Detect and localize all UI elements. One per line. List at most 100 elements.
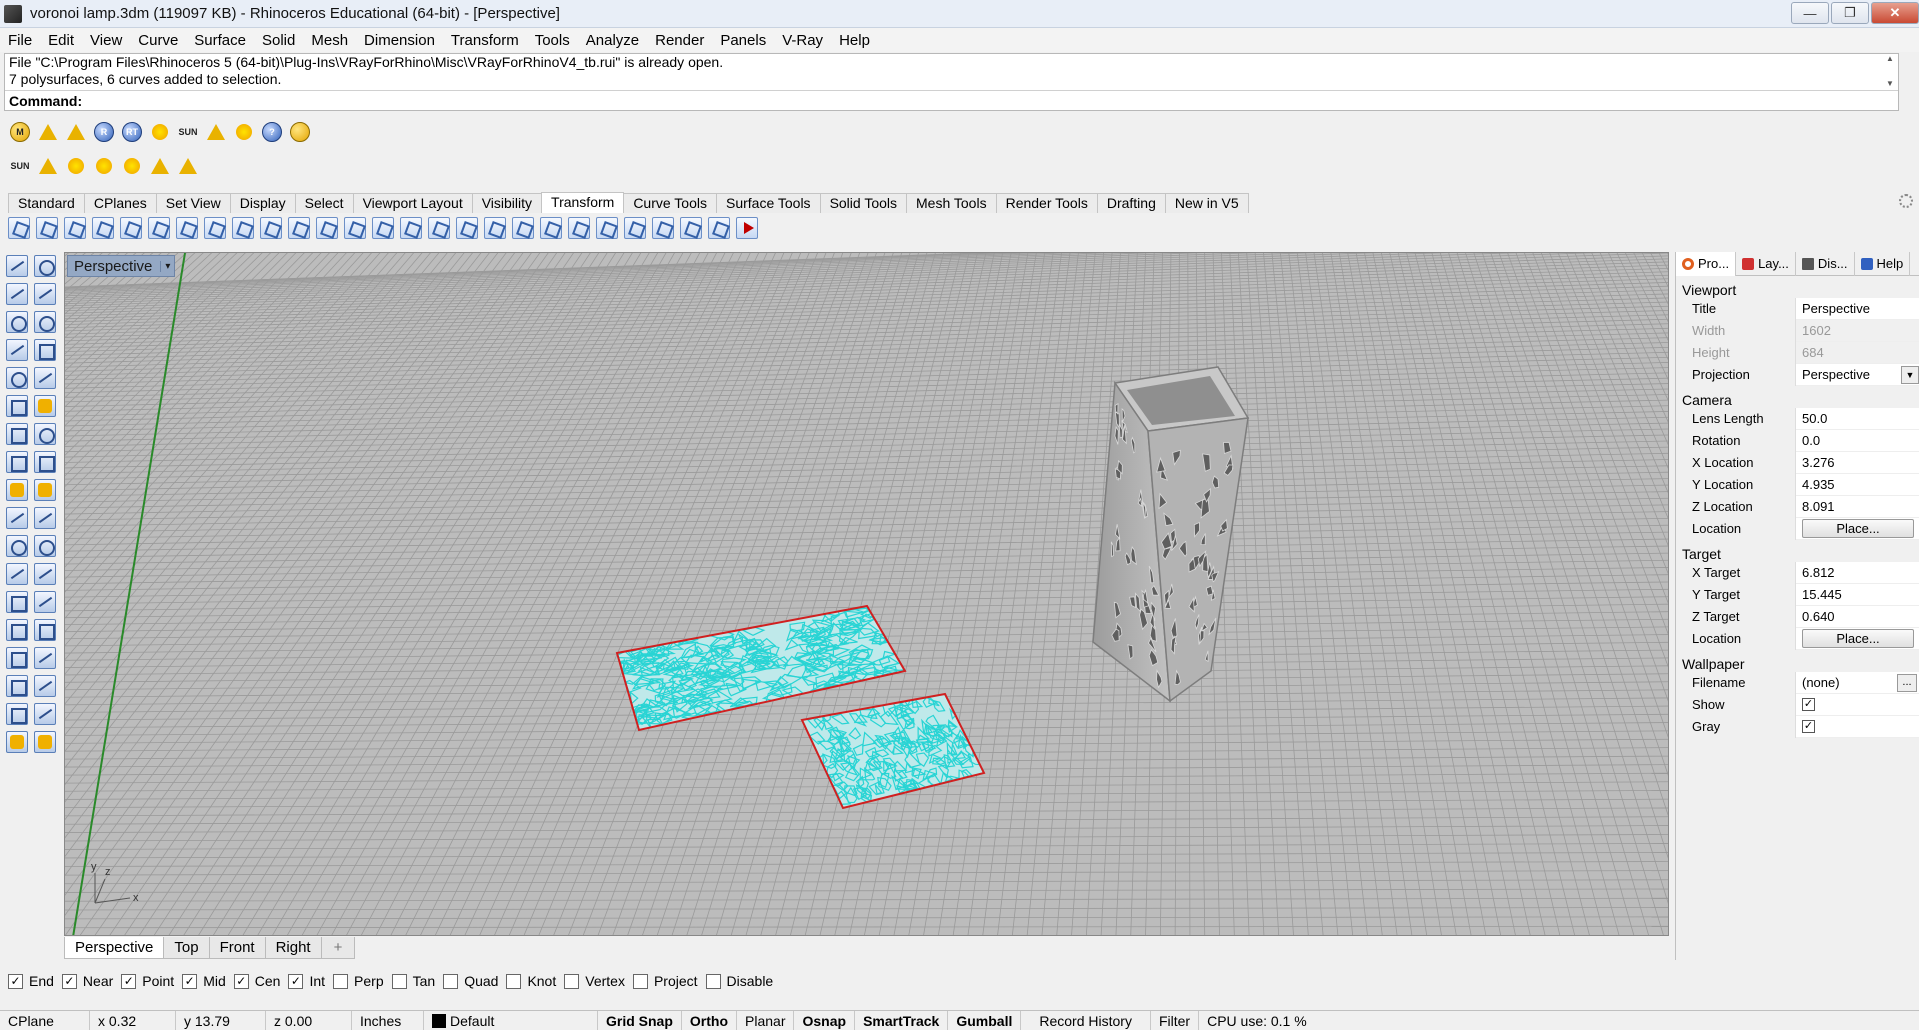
array-grid-icon[interactable] [6, 675, 28, 697]
status-cplane[interactable]: CPlane [0, 1010, 90, 1030]
tab-viewport-layout[interactable]: Viewport Layout [352, 193, 473, 213]
lock-icon[interactable] [34, 731, 56, 753]
osnap-mid-checkbox[interactable]: ✓ [182, 973, 198, 989]
menu-analyze[interactable]: Analyze [578, 32, 647, 49]
tab-set-view[interactable]: Set View [155, 193, 231, 213]
cage-edit-icon[interactable] [400, 217, 422, 239]
gray-wallpaper-checkbox[interactable]: ✓ [1802, 720, 1815, 733]
viewport-menu-caret-icon[interactable]: ▾ [160, 260, 170, 272]
panel-tab-layers[interactable]: Lay... [1736, 251, 1796, 276]
menu-mesh[interactable]: Mesh [303, 32, 356, 49]
osnap-tan[interactable]: Tan [391, 973, 435, 989]
split-icon[interactable] [34, 507, 56, 529]
solid-box-icon[interactable] [6, 647, 28, 669]
array-curve-icon[interactable] [428, 217, 450, 239]
projection-select[interactable]: Perspective ▼ [1796, 364, 1919, 386]
select-icon[interactable] [6, 255, 28, 277]
command-input[interactable] [86, 93, 1587, 110]
vray-help-button[interactable]: ? [260, 120, 284, 144]
osnap-point-checkbox[interactable]: ✓ [121, 973, 137, 989]
bend-icon[interactable] [316, 217, 338, 239]
tab-render-tools[interactable]: Render Tools [995, 193, 1098, 213]
maximize-button[interactable]: ❐ [1831, 2, 1869, 24]
tab-mesh-tools[interactable]: Mesh Tools [906, 193, 997, 213]
taper-icon[interactable] [344, 217, 366, 239]
y-target-field[interactable]: 15.445 [1796, 584, 1919, 606]
analyze-icon[interactable] [34, 675, 56, 697]
osnap-perp-checkbox[interactable] [333, 973, 349, 989]
osnap-project-checkbox[interactable] [632, 973, 648, 989]
tab-cplanes[interactable]: CPlanes [83, 193, 157, 213]
ies-light-button[interactable] [176, 154, 200, 178]
boolean-union-icon[interactable] [6, 479, 28, 501]
vray-target-button[interactable] [288, 120, 312, 144]
osnap-project[interactable]: Project [632, 973, 698, 989]
osnap-int-checkbox[interactable]: ✓ [288, 973, 304, 989]
osnap-end-checkbox[interactable]: ✓ [8, 973, 23, 989]
x-location-field[interactable]: 3.276 [1796, 452, 1919, 474]
status-smarttrack[interactable]: SmartTrack [855, 1010, 949, 1030]
curve-icon[interactable] [34, 283, 56, 305]
rotate-icon[interactable] [64, 217, 86, 239]
target-place-button[interactable]: Place... [1802, 629, 1914, 648]
menu-dimension[interactable]: Dimension [356, 32, 443, 49]
osnap-vertex-checkbox[interactable] [564, 973, 580, 989]
perspective-viewport[interactable]: x y z Perspective ▾ [64, 252, 1669, 936]
status-osnap[interactable]: Osnap [794, 1010, 856, 1030]
dome-light-button[interactable] [36, 154, 60, 178]
dimension-icon[interactable] [34, 591, 56, 613]
sun-light-button[interactable]: SUN [8, 154, 32, 178]
polyline-icon[interactable] [6, 283, 28, 305]
close-button[interactable]: ✕ [1871, 2, 1919, 24]
status-record-history[interactable]: Record History [1021, 1010, 1151, 1030]
more-arrow-icon[interactable] [736, 217, 758, 239]
group-icon[interactable] [34, 535, 56, 557]
osnap-tan-checkbox[interactable] [391, 973, 407, 989]
move-tool-icon[interactable] [34, 619, 56, 641]
viewport-tab-front[interactable]: Front [208, 937, 266, 959]
tab-transform[interactable]: Transform [541, 192, 625, 213]
osnap-quad-checkbox[interactable] [443, 973, 459, 989]
rotation-field[interactable]: 0.0 [1796, 430, 1919, 452]
sphere-light-button[interactable] [64, 154, 88, 178]
scale-icon[interactable] [92, 217, 114, 239]
orient-icon[interactable] [176, 217, 198, 239]
move-icon[interactable] [8, 217, 30, 239]
omni-light-button[interactable] [92, 154, 116, 178]
point-icon[interactable] [34, 255, 56, 277]
add-viewport-tab[interactable]: + [320, 937, 356, 959]
shear-icon[interactable] [260, 217, 282, 239]
status-ortho[interactable]: Ortho [682, 1010, 738, 1030]
osnap-mid[interactable]: ✓ Mid [182, 973, 226, 989]
tab-display[interactable]: Display [229, 193, 296, 213]
twist-icon[interactable] [288, 217, 310, 239]
minimize-button[interactable]: — [1791, 2, 1829, 24]
z-target-field[interactable]: 0.640 [1796, 606, 1919, 628]
osnap-end[interactable]: ✓ End [8, 973, 54, 989]
osnap-near-checkbox[interactable]: ✓ [61, 973, 77, 989]
proxy-button[interactable] [204, 120, 228, 144]
splop-icon[interactable] [540, 217, 562, 239]
spot-light-button[interactable] [148, 154, 172, 178]
menu-file[interactable]: File [0, 32, 40, 49]
material-editor-button[interactable] [36, 120, 60, 144]
align-icon[interactable] [456, 217, 478, 239]
fur-button[interactable] [232, 120, 256, 144]
lens-length-field[interactable]: 50.0 [1796, 408, 1919, 430]
text-icon[interactable] [6, 591, 28, 613]
explode-icon[interactable] [34, 479, 56, 501]
fillet-icon[interactable] [6, 563, 28, 585]
trim-icon[interactable] [6, 507, 28, 529]
rect-light-button[interactable] [120, 154, 144, 178]
surface-icon[interactable] [6, 395, 28, 417]
set-pt-icon[interactable] [680, 217, 702, 239]
frame-buffer-button[interactable] [148, 120, 172, 144]
osnap-quad[interactable]: Quad [443, 973, 498, 989]
project-icon[interactable] [708, 217, 730, 239]
status-gumball[interactable]: Gumball [948, 1010, 1022, 1030]
join-icon[interactable] [6, 535, 28, 557]
show-wallpaper-checkbox[interactable]: ✓ [1802, 698, 1815, 711]
viewport-tab-top[interactable]: Top [163, 937, 210, 959]
tab-new-in-v5[interactable]: New in V5 [1164, 193, 1249, 213]
render-material-icon[interactable] [6, 731, 28, 753]
